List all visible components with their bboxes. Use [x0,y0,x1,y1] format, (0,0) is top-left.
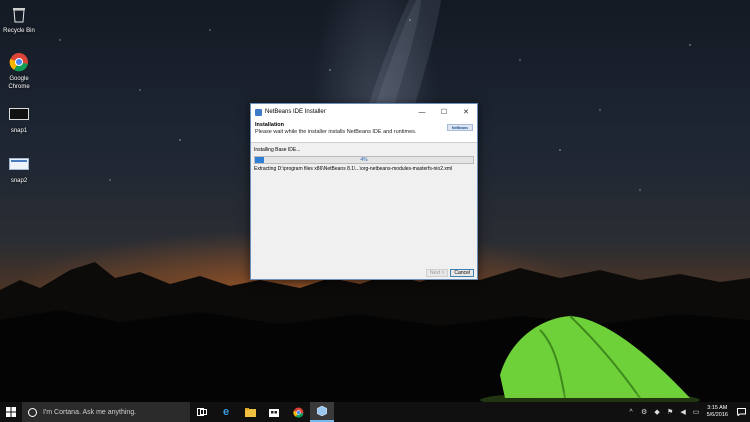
minimize-button[interactable]: — [411,104,433,120]
store-icon [269,409,279,417]
detail-text: Extracting D:\program files x86\NetBeans… [254,166,453,172]
status-text: Installing Base IDE... [254,147,301,153]
taskbar-netbeans-installer[interactable] [310,402,334,422]
task-view-button[interactable] [190,402,214,422]
taskbar: I'm Cortana. Ask me anything. e ^ ⚙ ◆ ⚑ … [0,402,750,422]
search-placeholder: I'm Cortana. Ask me anything. [43,408,137,416]
clock[interactable]: 3:15 AM 5/6/2016 [703,405,732,419]
recycle-bin-icon [9,4,29,24]
tray-app-icon[interactable]: ⚙ [638,402,651,422]
close-button[interactable]: ✕ [455,104,477,120]
shield-icon: ◆ [654,409,660,416]
next-button[interactable]: Next > [425,268,449,277]
gear-icon: ⚙ [640,409,648,416]
installer-window: NetBeans IDE Installer — ☐ ✕ Installatio… [250,103,478,280]
maximize-button[interactable]: ☐ [433,104,455,120]
chrome-icon [292,407,303,418]
taskbar-edge[interactable]: e [214,402,238,422]
task-view-icon [197,408,207,416]
progress-bar: 4% [254,156,474,164]
chrome-icon [9,52,29,72]
windows-logo-icon [6,407,16,417]
system-tray: ^ ⚙ ◆ ⚑ ◀ ▭ 3:15 AM 5/6/2016 [625,402,750,422]
clock-date: 5/6/2016 [706,412,728,418]
desktop-icon-label: Google Chrome [8,76,30,90]
window-title: NetBeans IDE Installer [265,109,326,115]
show-hidden-icons-button[interactable]: ^ [625,402,638,422]
file-explorer-icon [244,407,256,417]
maximize-icon: ☐ [440,109,448,116]
desktop-icon-chrome[interactable]: Google Chrome [0,52,38,91]
flag-icon: ⚑ [666,409,674,416]
edge-icon: e [222,406,230,418]
cortana-icon [28,407,37,417]
desktop-icon-snap2[interactable]: snap2 [0,154,38,185]
desktop-icon-recycle-bin[interactable]: Recycle Bin [0,4,38,35]
network-button[interactable]: ▭ [690,402,703,422]
volume-icon: ◀ [680,409,686,416]
network-icon: ▭ [692,409,700,416]
page-subtitle: Please wait while the installer installs… [255,129,417,135]
installer-content: Installing Base IDE... 4% Extracting D:\… [251,143,477,176]
button-bar: Next > Cancel [251,266,477,279]
volume-button[interactable]: ◀ [677,402,690,422]
tray-app-icon[interactable]: ◆ [651,402,664,422]
page-title: Installation [255,122,285,128]
start-button[interactable] [0,402,22,422]
desktop-icon-snap1[interactable]: snap1 [0,104,38,135]
taskbar-chrome[interactable] [286,402,310,422]
desktop-icon-label: snap2 [10,178,28,184]
progress-label: 4% [360,157,368,163]
notifications-icon [736,408,746,416]
installer-header: Installation Please wait while the insta… [251,120,477,143]
netbeans-app-icon [255,108,262,116]
snap-image-icon [9,104,29,124]
window-titlebar[interactable]: NetBeans IDE Installer — ☐ ✕ [251,104,477,120]
close-icon: ✕ [463,109,469,116]
taskbar-store[interactable] [262,402,286,422]
action-center-flag[interactable]: ⚑ [664,402,677,422]
cancel-button[interactable]: Cancel [450,268,474,277]
clock-time: 3:15 AM [707,405,728,411]
chevron-up-icon: ^ [629,408,633,416]
notifications-button[interactable] [732,402,750,422]
installer-box-icon [317,406,327,416]
taskbar-file-explorer[interactable] [238,402,262,422]
desktop-icon-label: Recycle Bin [3,28,35,34]
netbeans-logo: NetBeans [447,124,473,131]
snap-image-icon [9,154,29,174]
cortana-search-box[interactable]: I'm Cortana. Ask me anything. [22,402,190,422]
minimize-icon: — [418,108,426,116]
desktop-icon-label: snap1 [10,128,28,134]
